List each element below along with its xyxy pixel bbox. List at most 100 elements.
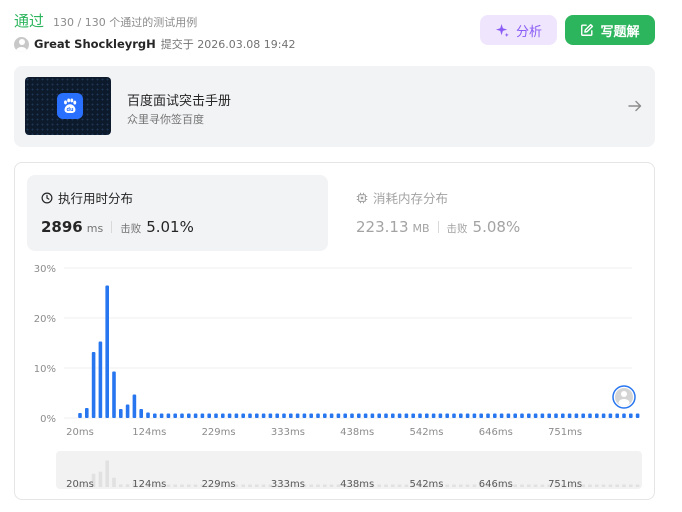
mini-bar xyxy=(520,484,524,487)
bar xyxy=(391,413,395,418)
bar xyxy=(139,409,143,418)
bar xyxy=(350,413,354,418)
bar xyxy=(357,413,361,418)
bar xyxy=(221,413,225,418)
bar xyxy=(112,371,116,418)
bar xyxy=(561,413,565,418)
mini-bar xyxy=(622,484,626,487)
y-tick-label: 0% xyxy=(40,414,56,425)
bar xyxy=(363,413,368,418)
x-tick-label: 438ms xyxy=(340,427,374,438)
x-tick-label: 646ms xyxy=(479,427,513,438)
x-tick-label: 333ms xyxy=(271,427,305,438)
mini-bar xyxy=(105,460,109,487)
bar xyxy=(615,413,619,418)
mini-bar xyxy=(527,484,531,487)
bar xyxy=(309,413,313,418)
runtime-distribution-chart: 30% 20% 10% 0% 20ms 124ms 229ms 333ms 438ms 542ms… xyxy=(34,264,642,490)
bar xyxy=(207,413,211,418)
mini-bar xyxy=(404,484,409,487)
bar xyxy=(91,352,96,418)
bar xyxy=(377,413,381,418)
bar xyxy=(506,413,511,418)
bar xyxy=(486,413,490,418)
bar xyxy=(533,413,538,418)
bar xyxy=(302,413,307,418)
mini-bar xyxy=(119,484,123,487)
mini-bar xyxy=(588,484,592,487)
bar xyxy=(574,413,579,418)
mini-bar xyxy=(595,484,599,487)
brush-tick-label: 751ms xyxy=(548,479,582,490)
x-tick-label: 751ms xyxy=(548,427,582,438)
bar xyxy=(595,413,599,418)
bar xyxy=(370,413,375,418)
bar xyxy=(438,413,443,418)
bar xyxy=(622,413,626,418)
bar xyxy=(472,413,477,418)
bar xyxy=(635,413,640,418)
brush-tick-label: 20ms xyxy=(66,479,94,490)
bar xyxy=(187,413,191,418)
bar xyxy=(588,413,592,418)
avatar-body xyxy=(618,399,630,406)
bar xyxy=(581,413,585,418)
mini-bar xyxy=(635,484,640,487)
bar xyxy=(105,285,109,418)
mini-bar xyxy=(601,484,606,487)
mini-bar xyxy=(397,484,402,487)
bar xyxy=(499,413,504,418)
mini-bar xyxy=(629,484,633,487)
bar xyxy=(166,413,171,418)
bar xyxy=(431,413,436,418)
y-tick-label: 10% xyxy=(34,364,56,375)
bar xyxy=(241,413,245,418)
bar xyxy=(125,404,130,418)
bar xyxy=(411,413,415,418)
mini-bar xyxy=(384,484,388,487)
bar xyxy=(343,413,347,418)
mini-bar xyxy=(615,484,619,487)
mini-bar xyxy=(125,484,130,487)
avatar-head xyxy=(621,391,627,397)
bar xyxy=(248,413,252,418)
bar xyxy=(459,413,463,418)
bar xyxy=(180,413,184,418)
x-tick-label: 542ms xyxy=(409,427,443,438)
bar xyxy=(493,413,497,418)
bar xyxy=(384,413,388,418)
mini-bar xyxy=(309,484,313,487)
bar xyxy=(153,413,157,418)
mini-bar xyxy=(255,484,259,487)
bar xyxy=(193,413,198,418)
bar xyxy=(282,413,286,418)
bar xyxy=(479,413,483,418)
bar xyxy=(513,413,517,418)
x-tick-label: 20ms xyxy=(66,427,94,438)
bar xyxy=(425,413,429,418)
bar xyxy=(289,413,293,418)
mini-bar xyxy=(459,484,463,487)
mini-bar xyxy=(261,484,266,487)
bar xyxy=(214,413,218,418)
bar xyxy=(336,413,341,418)
bar xyxy=(540,413,545,418)
mini-bar xyxy=(193,484,198,487)
bar xyxy=(200,413,205,418)
mini-bar xyxy=(472,484,477,487)
bar xyxy=(418,413,422,418)
mini-bar xyxy=(98,471,103,487)
mini-bar xyxy=(608,484,613,487)
bar xyxy=(268,413,273,418)
brush-tick-label: 333ms xyxy=(271,479,305,490)
bar xyxy=(520,413,524,418)
y-tick-label: 30% xyxy=(34,264,56,275)
bar xyxy=(261,413,266,418)
mini-bar xyxy=(452,484,456,487)
bar xyxy=(275,413,279,418)
bar-current xyxy=(629,413,633,418)
x-tick-label: 229ms xyxy=(202,427,236,438)
bar xyxy=(404,413,409,418)
mini-bar xyxy=(248,484,252,487)
x-tick-label: 124ms xyxy=(132,427,166,438)
